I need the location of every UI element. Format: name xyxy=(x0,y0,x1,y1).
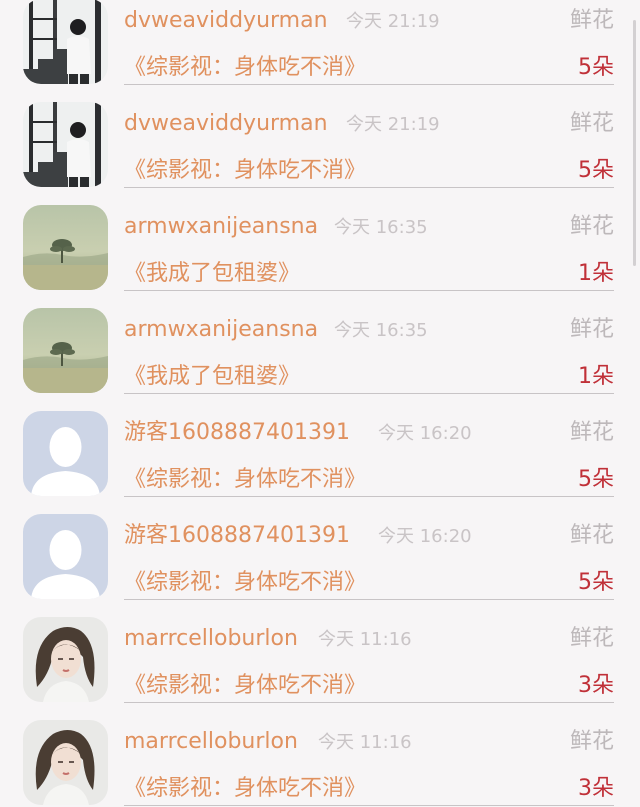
timestamp: 今天 16:20 xyxy=(378,423,472,444)
book-title[interactable]: 《我成了包租婆》 xyxy=(124,256,300,292)
list-item[interactable]: marrcelloburlon 今天 11:16 鲜花 《综影视：身体吃不消》 … xyxy=(0,601,640,704)
book-title[interactable]: 《综影视：身体吃不消》 xyxy=(124,462,366,498)
divider xyxy=(124,187,614,188)
landscape-tree-avatar[interactable] xyxy=(23,205,108,290)
username[interactable]: marrcelloburlon xyxy=(124,621,298,657)
list-item[interactable]: dvweaviddyurman 今天 21:19 鲜花 《综影视：身体吃不消》 … xyxy=(0,0,640,86)
divider xyxy=(124,290,614,291)
gift-type: 鲜花 xyxy=(569,420,614,445)
gift-count: 3朵 xyxy=(578,673,614,698)
timestamp: 今天 21:19 xyxy=(346,11,440,32)
list-item[interactable]: armwxanijeansna 今天 16:35 鲜花 《我成了包租婆》 1朵 xyxy=(0,292,640,395)
gift-count: 1朵 xyxy=(578,261,614,286)
gift-count: 5朵 xyxy=(578,158,614,183)
list-item[interactable]: marrcelloburlon 今天 11:16 鲜花 《综影视：身体吃不消》 … xyxy=(0,704,640,807)
woman-portrait-avatar[interactable] xyxy=(23,720,108,805)
divider xyxy=(124,393,614,394)
woman-portrait-avatar[interactable] xyxy=(23,617,108,702)
timestamp: 今天 16:35 xyxy=(334,217,428,238)
timestamp: 今天 16:35 xyxy=(334,320,428,341)
divider xyxy=(124,702,614,703)
gift-count: 5朵 xyxy=(578,55,614,80)
gift-type: 鲜花 xyxy=(569,317,614,342)
default-user-avatar[interactable] xyxy=(23,514,108,599)
username[interactable]: dvweaviddyurman xyxy=(124,3,328,39)
book-title[interactable]: 《综影视：身体吃不消》 xyxy=(124,153,366,189)
divider xyxy=(124,84,614,85)
gift-count: 1朵 xyxy=(578,364,614,389)
book-title[interactable]: 《综影视：身体吃不消》 xyxy=(124,668,366,704)
divider xyxy=(124,805,614,806)
list-item[interactable]: armwxanijeansna 今天 16:35 鲜花 《我成了包租婆》 1朵 xyxy=(0,189,640,292)
timestamp: 今天 11:16 xyxy=(318,732,412,753)
person-stairs-avatar[interactable] xyxy=(23,0,108,84)
timestamp: 今天 16:20 xyxy=(378,526,472,547)
gift-record-list: dvweaviddyurman 今天 21:19 鲜花 《综影视：身体吃不消》 … xyxy=(0,0,640,807)
book-title[interactable]: 《综影视：身体吃不消》 xyxy=(124,50,366,86)
list-item[interactable]: 游客1608887401391 今天 16:20 鲜花 《综影视：身体吃不消》 … xyxy=(0,498,640,601)
divider xyxy=(124,496,614,497)
gift-type: 鲜花 xyxy=(569,729,614,754)
gift-type: 鲜花 xyxy=(569,214,614,239)
book-title[interactable]: 《综影视：身体吃不消》 xyxy=(124,565,366,601)
list-item[interactable]: dvweaviddyurman 今天 21:19 鲜花 《综影视：身体吃不消》 … xyxy=(0,86,640,189)
timestamp: 今天 11:16 xyxy=(318,629,412,650)
username[interactable]: marrcelloburlon xyxy=(124,724,298,760)
timestamp: 今天 21:19 xyxy=(346,114,440,135)
gift-type: 鲜花 xyxy=(569,111,614,136)
person-stairs-avatar[interactable] xyxy=(23,102,108,187)
book-title[interactable]: 《我成了包租婆》 xyxy=(124,359,300,395)
divider xyxy=(124,599,614,600)
username[interactable]: armwxanijeansna xyxy=(124,312,318,348)
gift-count: 5朵 xyxy=(578,467,614,492)
username[interactable]: armwxanijeansna xyxy=(124,209,318,245)
gift-count: 5朵 xyxy=(578,570,614,595)
username[interactable]: 游客1608887401391 xyxy=(124,415,350,451)
username[interactable]: dvweaviddyurman xyxy=(124,106,328,142)
gift-type: 鲜花 xyxy=(569,523,614,548)
scrollbar[interactable] xyxy=(633,20,636,266)
gift-type: 鲜花 xyxy=(569,626,614,651)
list-item[interactable]: 游客1608887401391 今天 16:20 鲜花 《综影视：身体吃不消》 … xyxy=(0,395,640,498)
gift-type: 鲜花 xyxy=(569,8,614,33)
username[interactable]: 游客1608887401391 xyxy=(124,518,350,554)
default-user-avatar[interactable] xyxy=(23,411,108,496)
landscape-tree-avatar[interactable] xyxy=(23,308,108,393)
